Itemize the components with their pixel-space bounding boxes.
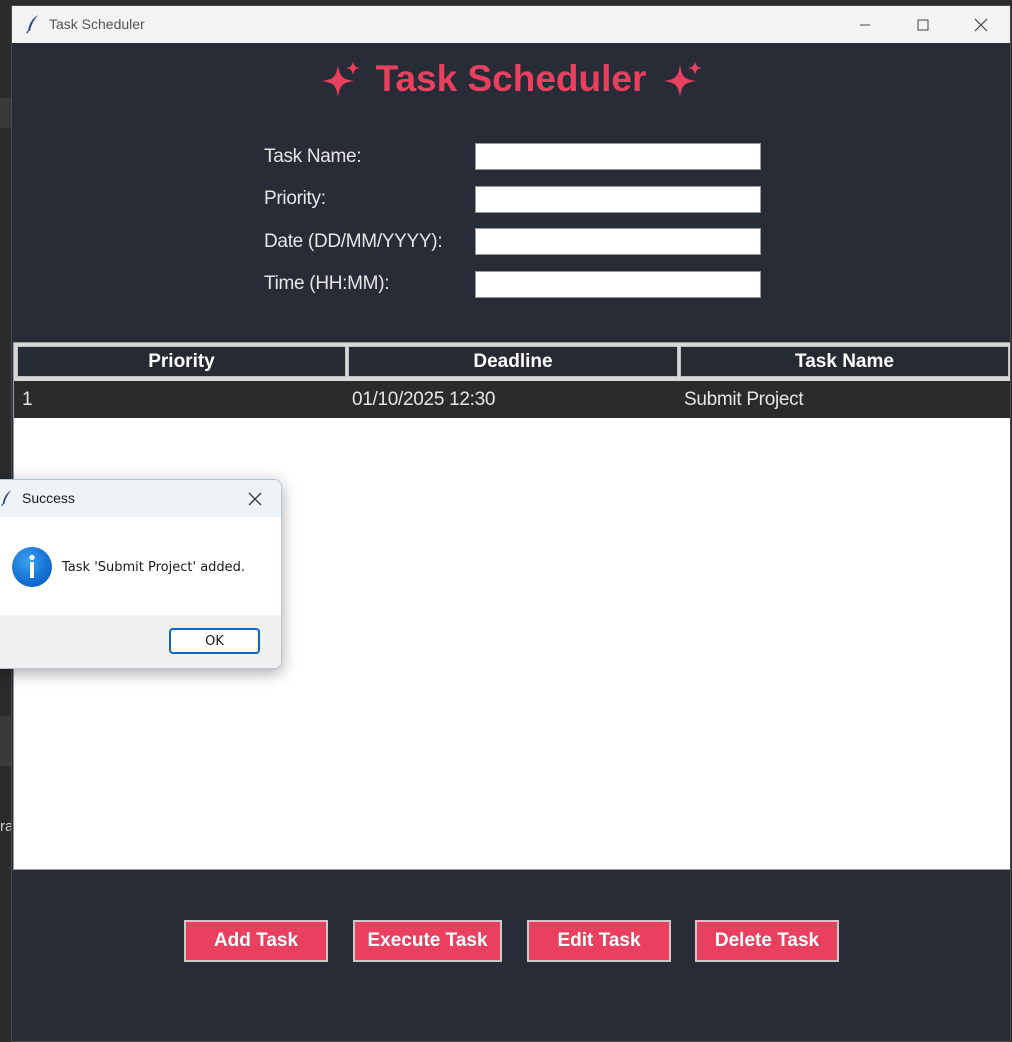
column-header-task-name[interactable]: Task Name: [680, 346, 1009, 377]
delete-task-button[interactable]: Delete Task: [695, 920, 839, 962]
add-task-button[interactable]: Add Task: [184, 920, 328, 962]
dialog-title: Success: [22, 490, 75, 506]
window-titlebar[interactable]: Task Scheduler: [12, 6, 1010, 43]
window-title: Task Scheduler: [49, 16, 145, 32]
execute-task-button[interactable]: Execute Task: [353, 920, 502, 962]
success-dialog: Success Task 'Submit Project' added. OK: [0, 479, 282, 669]
column-header-deadline[interactable]: Deadline: [348, 346, 678, 377]
row-priority: 1: [22, 389, 33, 410]
feather-icon: [25, 14, 41, 34]
app-heading: Task Scheduler: [12, 58, 1010, 100]
minimize-button[interactable]: [836, 6, 894, 43]
table-row[interactable]: 1 01/10/2025 12:30 Submit Project: [14, 381, 1010, 418]
close-button[interactable]: [952, 6, 1010, 43]
time-label: Time (HH:MM):: [264, 273, 390, 294]
sparkles-icon: [318, 59, 362, 99]
date-input[interactable]: [475, 228, 761, 255]
sparkles-icon: [660, 59, 704, 99]
app-heading-text: Task Scheduler: [375, 58, 647, 99]
date-label: Date (DD/MM/YYYY):: [264, 231, 443, 252]
time-input[interactable]: [475, 271, 761, 298]
maximize-button[interactable]: [894, 6, 952, 43]
column-header-priority[interactable]: Priority: [17, 346, 346, 377]
dialog-message: Task 'Submit Project' added.: [62, 560, 246, 575]
dialog-close-icon[interactable]: [247, 491, 263, 507]
info-icon: [11, 546, 53, 593]
dialog-titlebar[interactable]: Success: [0, 480, 281, 517]
priority-label: Priority:: [264, 188, 326, 209]
table-header: Priority Deadline Task Name: [14, 343, 1010, 381]
feather-icon: [0, 489, 14, 512]
edit-task-button[interactable]: Edit Task: [527, 920, 671, 962]
row-task-name: Submit Project: [684, 389, 804, 410]
task-name-input[interactable]: [475, 143, 761, 170]
priority-input[interactable]: [475, 186, 761, 213]
row-deadline: 01/10/2025 12:30: [352, 389, 496, 410]
task-name-label: Task Name:: [264, 146, 362, 167]
ok-button[interactable]: OK: [169, 628, 260, 654]
